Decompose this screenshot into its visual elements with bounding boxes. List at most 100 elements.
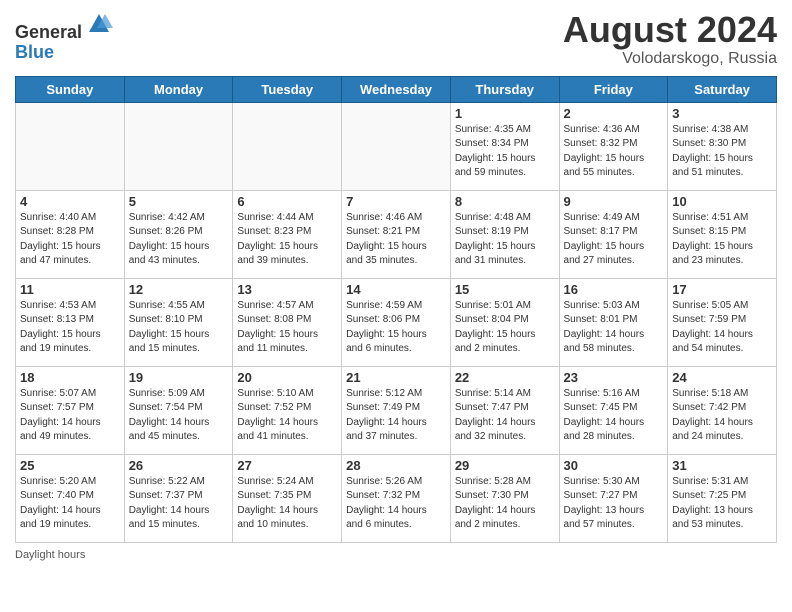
calendar-day-cell [16, 102, 125, 190]
day-info: Sunrise: 4:36 AM Sunset: 8:32 PM Dayligh… [564, 123, 664, 181]
weekday-header-cell: Wednesday [342, 76, 451, 102]
calendar-day-cell: 15Sunrise: 5:01 AM Sunset: 8:04 PM Dayli… [450, 278, 559, 366]
day-info: Sunrise: 4:42 AM Sunset: 8:26 PM Dayligh… [129, 211, 229, 269]
calendar-day-cell: 6 Sunrise: 4:44 AM Sunset: 8:23 PM Daylig… [233, 190, 342, 278]
day-info: Sunrise: 4:35 AM Sunset: 8:34 PM Dayligh… [455, 123, 555, 181]
day-info: Sunrise: 4:59 AM Sunset: 8:06 PM Dayligh… [346, 299, 446, 357]
calendar-day-cell: 7Sunrise: 4:46 AM Sunset: 8:21 PM Daylig… [342, 190, 451, 278]
calendar-day-cell [124, 102, 233, 190]
day-number: 13 [237, 282, 337, 297]
day-number: 14 [346, 282, 446, 297]
day-number: 22 [455, 370, 555, 385]
day-number: 26 [129, 458, 229, 473]
day-info: Sunrise: 4:57 AM Sunset: 8:08 PM Dayligh… [237, 299, 337, 357]
day-number: 27 [237, 458, 337, 473]
calendar-day-cell: 24 Sunrise: 5:18 AM Sunset: 7:42 PM Dayli… [668, 366, 777, 454]
day-number: 24 [672, 370, 772, 385]
day-number: 30 [564, 458, 664, 473]
day-number: 28 [346, 458, 446, 473]
day-info: Sunrise: 5:20 AM Sunset: 7:40 PM Dayligh… [20, 475, 120, 533]
day-number: 23 [564, 370, 664, 385]
day-number: 11 [20, 282, 120, 297]
day-number: 31 [672, 458, 772, 473]
day-info: Sunrise: 5:12 AM Sunset: 7:49 PM Dayligh… [346, 387, 446, 445]
calendar-day-cell [233, 102, 342, 190]
logo-general-text: General [15, 22, 82, 42]
calendar-day-cell: 4 Sunrise: 4:40 AM Sunset: 8:28 PM Daylig… [16, 190, 125, 278]
day-number: 19 [129, 370, 229, 385]
day-info: Sunrise: 4:46 AM Sunset: 8:21 PM Dayligh… [346, 211, 446, 269]
page: General Blue August 2024 Volodarskogo, R… [0, 0, 792, 612]
day-number: 29 [455, 458, 555, 473]
day-info: Sunrise: 5:24 AM Sunset: 7:35 PM Dayligh… [237, 475, 337, 533]
calendar-day-cell: 5 Sunrise: 4:42 AM Sunset: 8:26 PM Daylig… [124, 190, 233, 278]
weekday-header-cell: Sunday [16, 76, 125, 102]
day-info: Sunrise: 4:53 AM Sunset: 8:13 PM Dayligh… [20, 299, 120, 357]
calendar-day-cell: 3 Sunrise: 4:38 AM Sunset: 8:30 PM Daylig… [668, 102, 777, 190]
calendar-day-cell: 1Sunrise: 4:35 AM Sunset: 8:34 PM Daylig… [450, 102, 559, 190]
calendar-day-cell: 16Sunrise: 5:03 AM Sunset: 8:01 PM Dayli… [559, 278, 668, 366]
calendar-day-cell: 10Sunrise: 4:51 AM Sunset: 8:15 PM Dayli… [668, 190, 777, 278]
calendar-day-cell: 12Sunrise: 4:55 AM Sunset: 8:10 PM Dayli… [124, 278, 233, 366]
calendar-day-cell: 22 Sunrise: 5:14 AM Sunset: 7:47 PM Dayli… [450, 366, 559, 454]
calendar-week-row: 18 Sunrise: 5:07 AM Sunset: 7:57 PM Dayli… [16, 366, 777, 454]
day-number: 2 [564, 106, 664, 121]
calendar-day-cell: 25Sunrise: 5:20 AM Sunset: 7:40 PM Dayli… [16, 454, 125, 542]
day-info: Sunrise: 5:18 AM Sunset: 7:42 PM Dayligh… [672, 387, 772, 445]
day-info: Sunrise: 5:09 AM Sunset: 7:54 PM Dayligh… [129, 387, 229, 445]
footer-note: Daylight hours [15, 549, 777, 561]
day-info: Sunrise: 5:10 AM Sunset: 7:52 PM Dayligh… [237, 387, 337, 445]
weekday-header-cell: Friday [559, 76, 668, 102]
calendar-day-cell: 23 Sunrise: 5:16 AM Sunset: 7:45 PM Dayli… [559, 366, 668, 454]
calendar-table: SundayMondayTuesdayWednesdayThursdayFrid… [15, 76, 777, 543]
day-info: Sunrise: 5:30 AM Sunset: 7:27 PM Dayligh… [564, 475, 664, 533]
calendar-day-cell: 26Sunrise: 5:22 AM Sunset: 7:37 PM Dayli… [124, 454, 233, 542]
day-info: Sunrise: 4:40 AM Sunset: 8:28 PM Dayligh… [20, 211, 120, 269]
day-info: Sunrise: 4:51 AM Sunset: 8:15 PM Dayligh… [672, 211, 772, 269]
day-info: Sunrise: 5:16 AM Sunset: 7:45 PM Dayligh… [564, 387, 664, 445]
calendar-day-cell: 9Sunrise: 4:49 AM Sunset: 8:17 PM Daylig… [559, 190, 668, 278]
calendar-day-cell: 8 Sunrise: 4:48 AM Sunset: 8:19 PM Daylig… [450, 190, 559, 278]
calendar-day-cell: 31 Sunrise: 5:31 AM Sunset: 7:25 PM Dayli… [668, 454, 777, 542]
day-number: 12 [129, 282, 229, 297]
day-number: 3 [672, 106, 772, 121]
calendar-week-row: 4 Sunrise: 4:40 AM Sunset: 8:28 PM Daylig… [16, 190, 777, 278]
location: Volodarskogo, Russia [563, 50, 777, 68]
calendar-day-cell: 29 Sunrise: 5:28 AM Sunset: 7:30 PM Dayli… [450, 454, 559, 542]
day-number: 18 [20, 370, 120, 385]
logo-icon [85, 10, 113, 38]
day-number: 17 [672, 282, 772, 297]
day-number: 4 [20, 194, 120, 209]
day-info: Sunrise: 5:28 AM Sunset: 7:30 PM Dayligh… [455, 475, 555, 533]
day-number: 5 [129, 194, 229, 209]
weekday-header-row: SundayMondayTuesdayWednesdayThursdayFrid… [16, 76, 777, 102]
day-info: Sunrise: 5:31 AM Sunset: 7:25 PM Dayligh… [672, 475, 772, 533]
day-info: Sunrise: 4:44 AM Sunset: 8:23 PM Dayligh… [237, 211, 337, 269]
calendar-week-row: 11 Sunrise: 4:53 AM Sunset: 8:13 PM Dayli… [16, 278, 777, 366]
day-info: Sunrise: 5:14 AM Sunset: 7:47 PM Dayligh… [455, 387, 555, 445]
calendar-day-cell: 30 Sunrise: 5:30 AM Sunset: 7:27 PM Dayli… [559, 454, 668, 542]
calendar-day-cell: 27 Sunrise: 5:24 AM Sunset: 7:35 PM Dayli… [233, 454, 342, 542]
day-number: 8 [455, 194, 555, 209]
day-number: 15 [455, 282, 555, 297]
day-number: 9 [564, 194, 664, 209]
calendar-day-cell: 2 Sunrise: 4:36 AM Sunset: 8:32 PM Daylig… [559, 102, 668, 190]
calendar-day-cell [342, 102, 451, 190]
title-block: August 2024 Volodarskogo, Russia [563, 10, 777, 68]
logo: General Blue [15, 10, 113, 63]
header: General Blue August 2024 Volodarskogo, R… [15, 10, 777, 68]
calendar-day-cell: 21 Sunrise: 5:12 AM Sunset: 7:49 PM Dayli… [342, 366, 451, 454]
weekday-header-cell: Thursday [450, 76, 559, 102]
daylight-label: Daylight hours [15, 549, 85, 561]
day-info: Sunrise: 4:38 AM Sunset: 8:30 PM Dayligh… [672, 123, 772, 181]
day-info: Sunrise: 4:48 AM Sunset: 8:19 PM Dayligh… [455, 211, 555, 269]
day-number: 21 [346, 370, 446, 385]
calendar-day-cell: 11 Sunrise: 4:53 AM Sunset: 8:13 PM Dayli… [16, 278, 125, 366]
day-info: Sunrise: 5:07 AM Sunset: 7:57 PM Dayligh… [20, 387, 120, 445]
weekday-header-cell: Tuesday [233, 76, 342, 102]
day-number: 6 [237, 194, 337, 209]
month-title: August 2024 [563, 10, 777, 50]
calendar-day-cell: 20Sunrise: 5:10 AM Sunset: 7:52 PM Dayli… [233, 366, 342, 454]
calendar-week-row: 1Sunrise: 4:35 AM Sunset: 8:34 PM Daylig… [16, 102, 777, 190]
calendar-day-cell: 17Sunrise: 5:05 AM Sunset: 7:59 PM Dayli… [668, 278, 777, 366]
